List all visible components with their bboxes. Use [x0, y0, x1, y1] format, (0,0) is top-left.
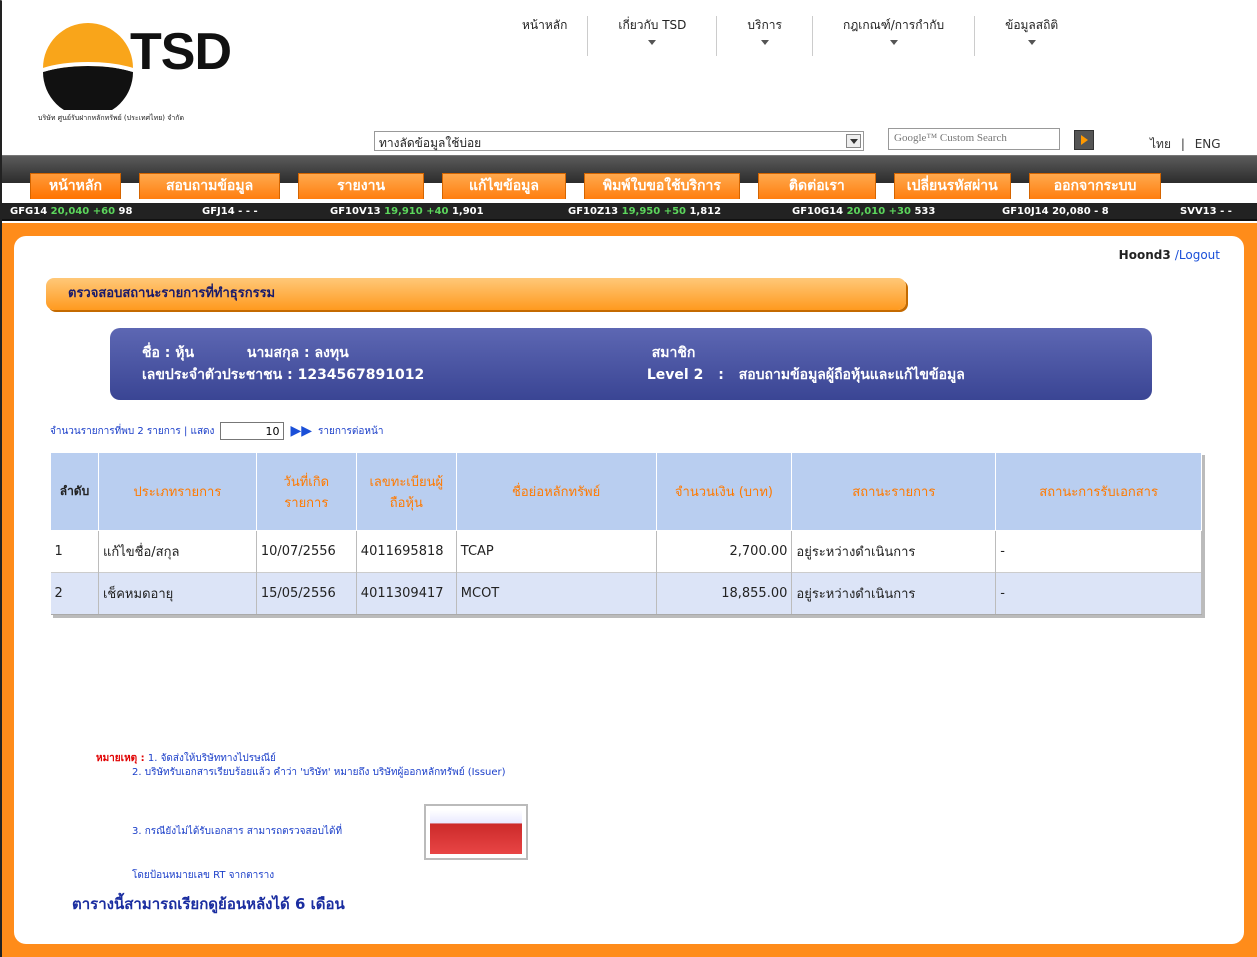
header: TSD บริษัท ศูนย์รับฝากหลักทรัพย์ (ประเทศ…: [2, 0, 1257, 160]
col-header: จำนวนเงิน (บาท): [655, 452, 793, 531]
note-1: 1. จัดส่งให้บริษัททางไปรษณีย์: [147, 753, 276, 764]
result-count: จำนวนรายการที่พบ 2 รายการ | แสดง: [50, 425, 215, 437]
ticker-item: GFG14 20,040 +60 98: [10, 206, 133, 217]
topnav-statistics[interactable]: ข้อมูลสถิติ: [975, 16, 1088, 56]
main-content: Hoond3 /Logout ตรวจสอบสถานะรายการที่ทำธุ…: [14, 236, 1244, 944]
topnav-about[interactable]: เกี่ยวกับ TSD: [588, 16, 718, 56]
cell: อยู่ระหว่างดำเนินการ: [791, 530, 997, 573]
top-nav: หน้าหลัก เกี่ยวกับ TSD บริการ กฎเกณฑ์/กา…: [512, 16, 1088, 56]
last-name: นามสกุล : ลงทุน: [246, 345, 349, 361]
cell: -: [995, 530, 1202, 573]
note-3: 3. กรณียังไม่ได้รับเอกสาร สามารถตรวจสอบไ…: [132, 826, 343, 837]
lang-separator: |: [1180, 137, 1185, 151]
ticker-item: GF10G14 20,010 +30 533: [792, 206, 936, 217]
notes: หมายเหตุ : 1. จัดส่งให้บริษัททางไปรษณีย์…: [96, 752, 506, 780]
chevron-down-icon: [889, 40, 898, 45]
menu-edit[interactable]: แก้ไขข้อมูล: [442, 173, 566, 199]
price-ticker: GFG14 20,040 +60 98 GFJ14 - - - GF10V13 …: [2, 203, 1257, 221]
menu-inquiry[interactable]: สอบถามข้อมูล: [138, 173, 281, 199]
menu-change-password[interactable]: เปลี่ยนรหัสผ่าน: [893, 173, 1011, 199]
chevron-down-icon: [760, 40, 769, 45]
menu-tabs: หน้าหลัก สอบถามข้อมูล รายงาน แก้ไขข้อมูล…: [30, 173, 1162, 199]
level-separator: :: [718, 367, 724, 383]
member-info-box: ชื่อ : หุ้น นามสกุล : ลงทุน สมาชิก เลขปร…: [110, 328, 1152, 400]
col-header: สถานะการรับเอกสาร: [995, 452, 1202, 531]
level-description: สอบถามข้อมูลผู้ถือหุ้นและแก้ไขข้อมูล: [738, 367, 965, 383]
thailand-post-icon[interactable]: [424, 804, 528, 860]
menu-print-form[interactable]: พิมพ์ใบขอใช้บริการ: [583, 173, 740, 199]
member-label: สมาชิก: [651, 345, 696, 361]
cell: 15/05/2556: [256, 572, 357, 615]
table-row[interactable]: 1 แก้ไขชื่อ/สกุล 10/07/2556 4011695818 T…: [50, 530, 1202, 573]
citizen-id: เลขประจำตัวประชาชน : 1234567891012: [142, 367, 425, 383]
cell: 2,700.00: [656, 530, 793, 573]
ticker-item: GFJ14 - - -: [202, 206, 258, 217]
col-header: เลขทะเบียนผู้ถือหุ้น: [355, 452, 457, 531]
topnav-regulation[interactable]: กฎเกณฑ์/การกำกับ: [813, 16, 976, 56]
section-title: ตรวจสอบสถานะรายการที่ทำธุรกรรม: [46, 278, 906, 310]
lang-eng-link[interactable]: ENG: [1195, 137, 1221, 151]
username: Hoond3: [1118, 248, 1171, 262]
ticker-item: GF10J14 20,080 - 8: [1002, 206, 1109, 217]
col-header: ชื่อย่อหลักทรัพย์: [455, 452, 657, 531]
cell: -: [995, 572, 1202, 615]
topnav-home[interactable]: หน้าหลัก: [512, 16, 589, 56]
company-name: บริษัท ศูนย์รับฝากหลักทรัพย์ (ประเทศไทย)…: [38, 114, 185, 122]
chevron-down-icon: [1027, 40, 1036, 45]
transaction-table: ลำดับ ประเภทรายการ วันที่เกิดรายการ เลขท…: [50, 452, 1202, 615]
cell: 1: [50, 530, 99, 573]
col-header: วันที่เกิดรายการ: [255, 452, 357, 531]
cell: 2: [50, 572, 99, 615]
cell: 10/07/2556: [256, 530, 357, 573]
pager: จำนวนรายการที่พบ 2 รายการ | แสดง ▶▶ รายก…: [50, 422, 383, 440]
user-info: Hoond3 /Logout: [1119, 248, 1220, 262]
notes-label: หมายเหตุ :: [96, 753, 145, 764]
note-2: 2. บริษัทรับเอกสารเรียบร้อยแล้ว คำว่า 'บ…: [132, 767, 506, 778]
first-name: ชื่อ : หุ้น: [142, 345, 195, 361]
menu-home[interactable]: หน้าหลัก: [30, 173, 121, 199]
language-switch: ไทย | ENG: [1150, 135, 1221, 154]
footer-note: ตารางนี้สามารถเรียกดูย้อนหลังได้ 6 เดือน: [72, 895, 345, 913]
chevron-down-icon: [648, 40, 657, 45]
per-page-label: รายการต่อหน้า: [318, 425, 384, 437]
lang-thai-link[interactable]: ไทย: [1150, 137, 1171, 151]
col-header: สถานะรายการ: [791, 452, 997, 531]
ticker-item: GF10V13 19,910 +40 1,901: [330, 206, 484, 217]
menu-logout[interactable]: ออกจากระบบ: [1028, 173, 1162, 199]
table-header: ลำดับ ประเภทรายการ วันที่เกิดรายการ เลขท…: [50, 452, 1202, 531]
menu-contact[interactable]: ติดต่อเรา: [757, 173, 876, 199]
level: Level 2: [646, 367, 704, 383]
ticker-item: GF10Z13 19,950 +50 1,812: [568, 206, 722, 217]
cell: อยู่ระหว่างดำเนินการ: [791, 572, 997, 615]
topnav-services[interactable]: บริการ: [717, 16, 813, 56]
col-header: ประเภทรายการ: [97, 452, 257, 531]
ticker-item: SVV13 - -: [1180, 206, 1232, 217]
dropdown-arrow-icon[interactable]: [846, 134, 861, 148]
cell: TCAP: [456, 530, 657, 573]
table-row[interactable]: 2 เช็คหมดอายุ 15/05/2556 4011309417 MCOT…: [50, 572, 1202, 615]
cell: 4011695818: [356, 530, 457, 573]
main-menu: หน้าหลัก สอบถามข้อมูล รายงาน แก้ไขข้อมูล…: [2, 155, 1257, 203]
cell: 18,855.00: [656, 572, 793, 615]
logout-link[interactable]: /Logout: [1175, 248, 1220, 262]
cell: เช็คหมดอายุ: [98, 572, 257, 615]
menu-reports[interactable]: รายงาน: [298, 173, 425, 199]
brand-name: TSD: [130, 23, 232, 81]
cell: 4011309417: [356, 572, 457, 615]
per-page-input[interactable]: [220, 422, 285, 440]
search-go-button[interactable]: [1074, 130, 1094, 150]
col-header: ลำดับ: [50, 452, 99, 531]
quicklink-select[interactable]: ทางลัดข้อมูลใช้บ่อย: [374, 131, 864, 151]
fast-forward-icon[interactable]: ▶▶: [290, 423, 312, 439]
cell: แก้ไขชื่อ/สกุล: [98, 530, 257, 573]
cell: MCOT: [456, 572, 657, 615]
search-input[interactable]: Google™ Custom Search: [888, 128, 1060, 150]
note-4: โดยป้อนหมายเลข RT จากตาราง: [132, 870, 275, 881]
